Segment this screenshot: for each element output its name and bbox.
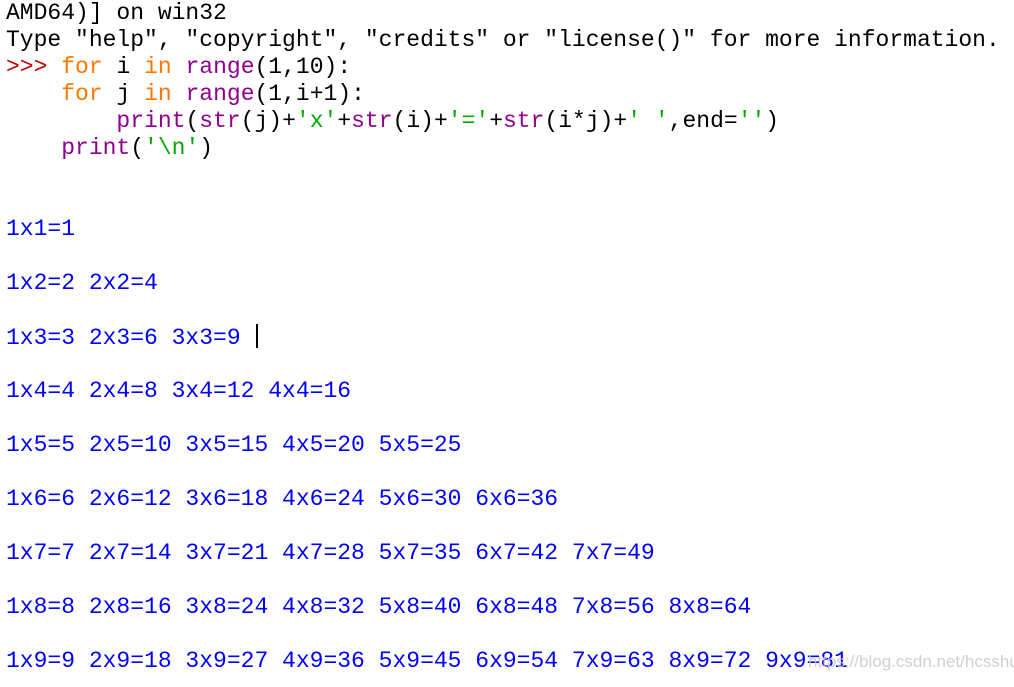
code-token: ( <box>130 135 145 161</box>
python-shell-text-area[interactable]: AMD64)] on win32 Type "help", "copyright"… <box>6 0 1000 675</box>
code-token: print <box>61 135 131 161</box>
output-text: 1x8=8 2x8=16 3x8=24 4x8=32 5x8=40 6x8=48… <box>6 594 752 620</box>
output-text: 1x1=1 <box>6 216 76 242</box>
prompt-marker: >>> <box>6 54 62 80</box>
code-token: 'x' <box>295 108 338 134</box>
shell-line: 1x3=3 2x3=6 3x3=9 <box>6 324 1000 351</box>
code-token: range <box>185 81 255 107</box>
code-token: AMD64)] on win32 <box>6 0 227 26</box>
code-token: str <box>351 108 393 134</box>
shell-line: >>> for i in range(1,10): <box>6 54 1000 81</box>
shell-line: 1x6=6 2x6=12 3x6=18 4x6=24 5x6=30 6x6=36 <box>6 486 1000 513</box>
code-token: ( <box>185 108 200 134</box>
shell-line: print(str(j)+'x'+str(i)+'='+str(i*j)+' '… <box>6 108 1000 135</box>
code-token: (j)+ <box>240 108 296 134</box>
output-text: 1x3=3 2x3=6 3x3=9 <box>6 325 255 351</box>
code-token: ) <box>765 108 780 134</box>
shell-line: print('\n') <box>6 135 1000 162</box>
shell-line: 1x8=8 2x8=16 3x8=24 4x8=32 5x8=40 6x8=48… <box>6 594 1000 621</box>
code-token: (1,i+1): <box>254 81 365 107</box>
code-token: (i*j)+ <box>544 108 628 134</box>
shell-line: 1x7=7 2x7=14 3x7=21 4x7=28 5x7=35 6x7=42… <box>6 540 1000 567</box>
code-token: + <box>337 108 352 134</box>
code-token: ,end= <box>668 108 738 134</box>
output-text: 1x2=2 2x2=4 <box>6 270 158 296</box>
code-token: '\n' <box>144 135 200 161</box>
shell-line: Type "help", "copyright", "credits" or "… <box>6 27 1000 54</box>
watermark: https://blog.csdn.net/hcsshui <box>808 652 1014 671</box>
code-token: i <box>102 54 145 80</box>
code-token: str <box>199 108 241 134</box>
code-token: Type "help", "copyright", "credits" or "… <box>6 27 1000 53</box>
code-token: ) <box>199 135 214 161</box>
output-text: 1x9=9 2x9=18 3x9=27 4x9=36 5x9=45 6x9=54… <box>6 648 848 674</box>
shell-line: for j in range(1,i+1): <box>6 81 1000 108</box>
output-text: 1x5=5 2x5=10 3x5=15 4x5=20 5x5=25 <box>6 432 462 458</box>
code-token: ' ' <box>627 108 669 134</box>
code-token: '' <box>737 108 766 134</box>
output-text: 1x7=7 2x7=14 3x7=21 4x7=28 5x7=35 6x7=42… <box>6 540 655 566</box>
code-token: in <box>144 54 172 80</box>
code-token: j <box>102 81 145 107</box>
output-text: 1x4=4 2x4=8 3x4=12 4x4=16 <box>6 378 352 404</box>
text-cursor <box>256 324 259 348</box>
shell-line: 1x5=5 2x5=10 3x5=15 4x5=20 5x5=25 <box>6 432 1000 459</box>
code-token: (1,10): <box>254 54 352 80</box>
code-token: str <box>503 108 545 134</box>
shell-line: 1x4=4 2x4=8 3x4=12 4x4=16 <box>6 378 1000 405</box>
code-token: range <box>185 54 255 80</box>
code-token: for <box>61 81 103 107</box>
code-token: in <box>144 81 172 107</box>
shell-line: AMD64)] on win32 <box>6 0 1000 27</box>
shell-line: 1x1=1 <box>6 216 1000 243</box>
code-token: for <box>61 54 103 80</box>
code-token: '=' <box>447 108 490 134</box>
code-token: print <box>116 108 186 134</box>
shell-line: 1x2=2 2x2=4 <box>6 270 1000 297</box>
code-token: + <box>489 108 503 134</box>
output-text: 1x6=6 2x6=12 3x6=18 4x6=24 5x6=30 6x6=36 <box>6 486 559 512</box>
code-token: (i)+ <box>392 108 448 134</box>
